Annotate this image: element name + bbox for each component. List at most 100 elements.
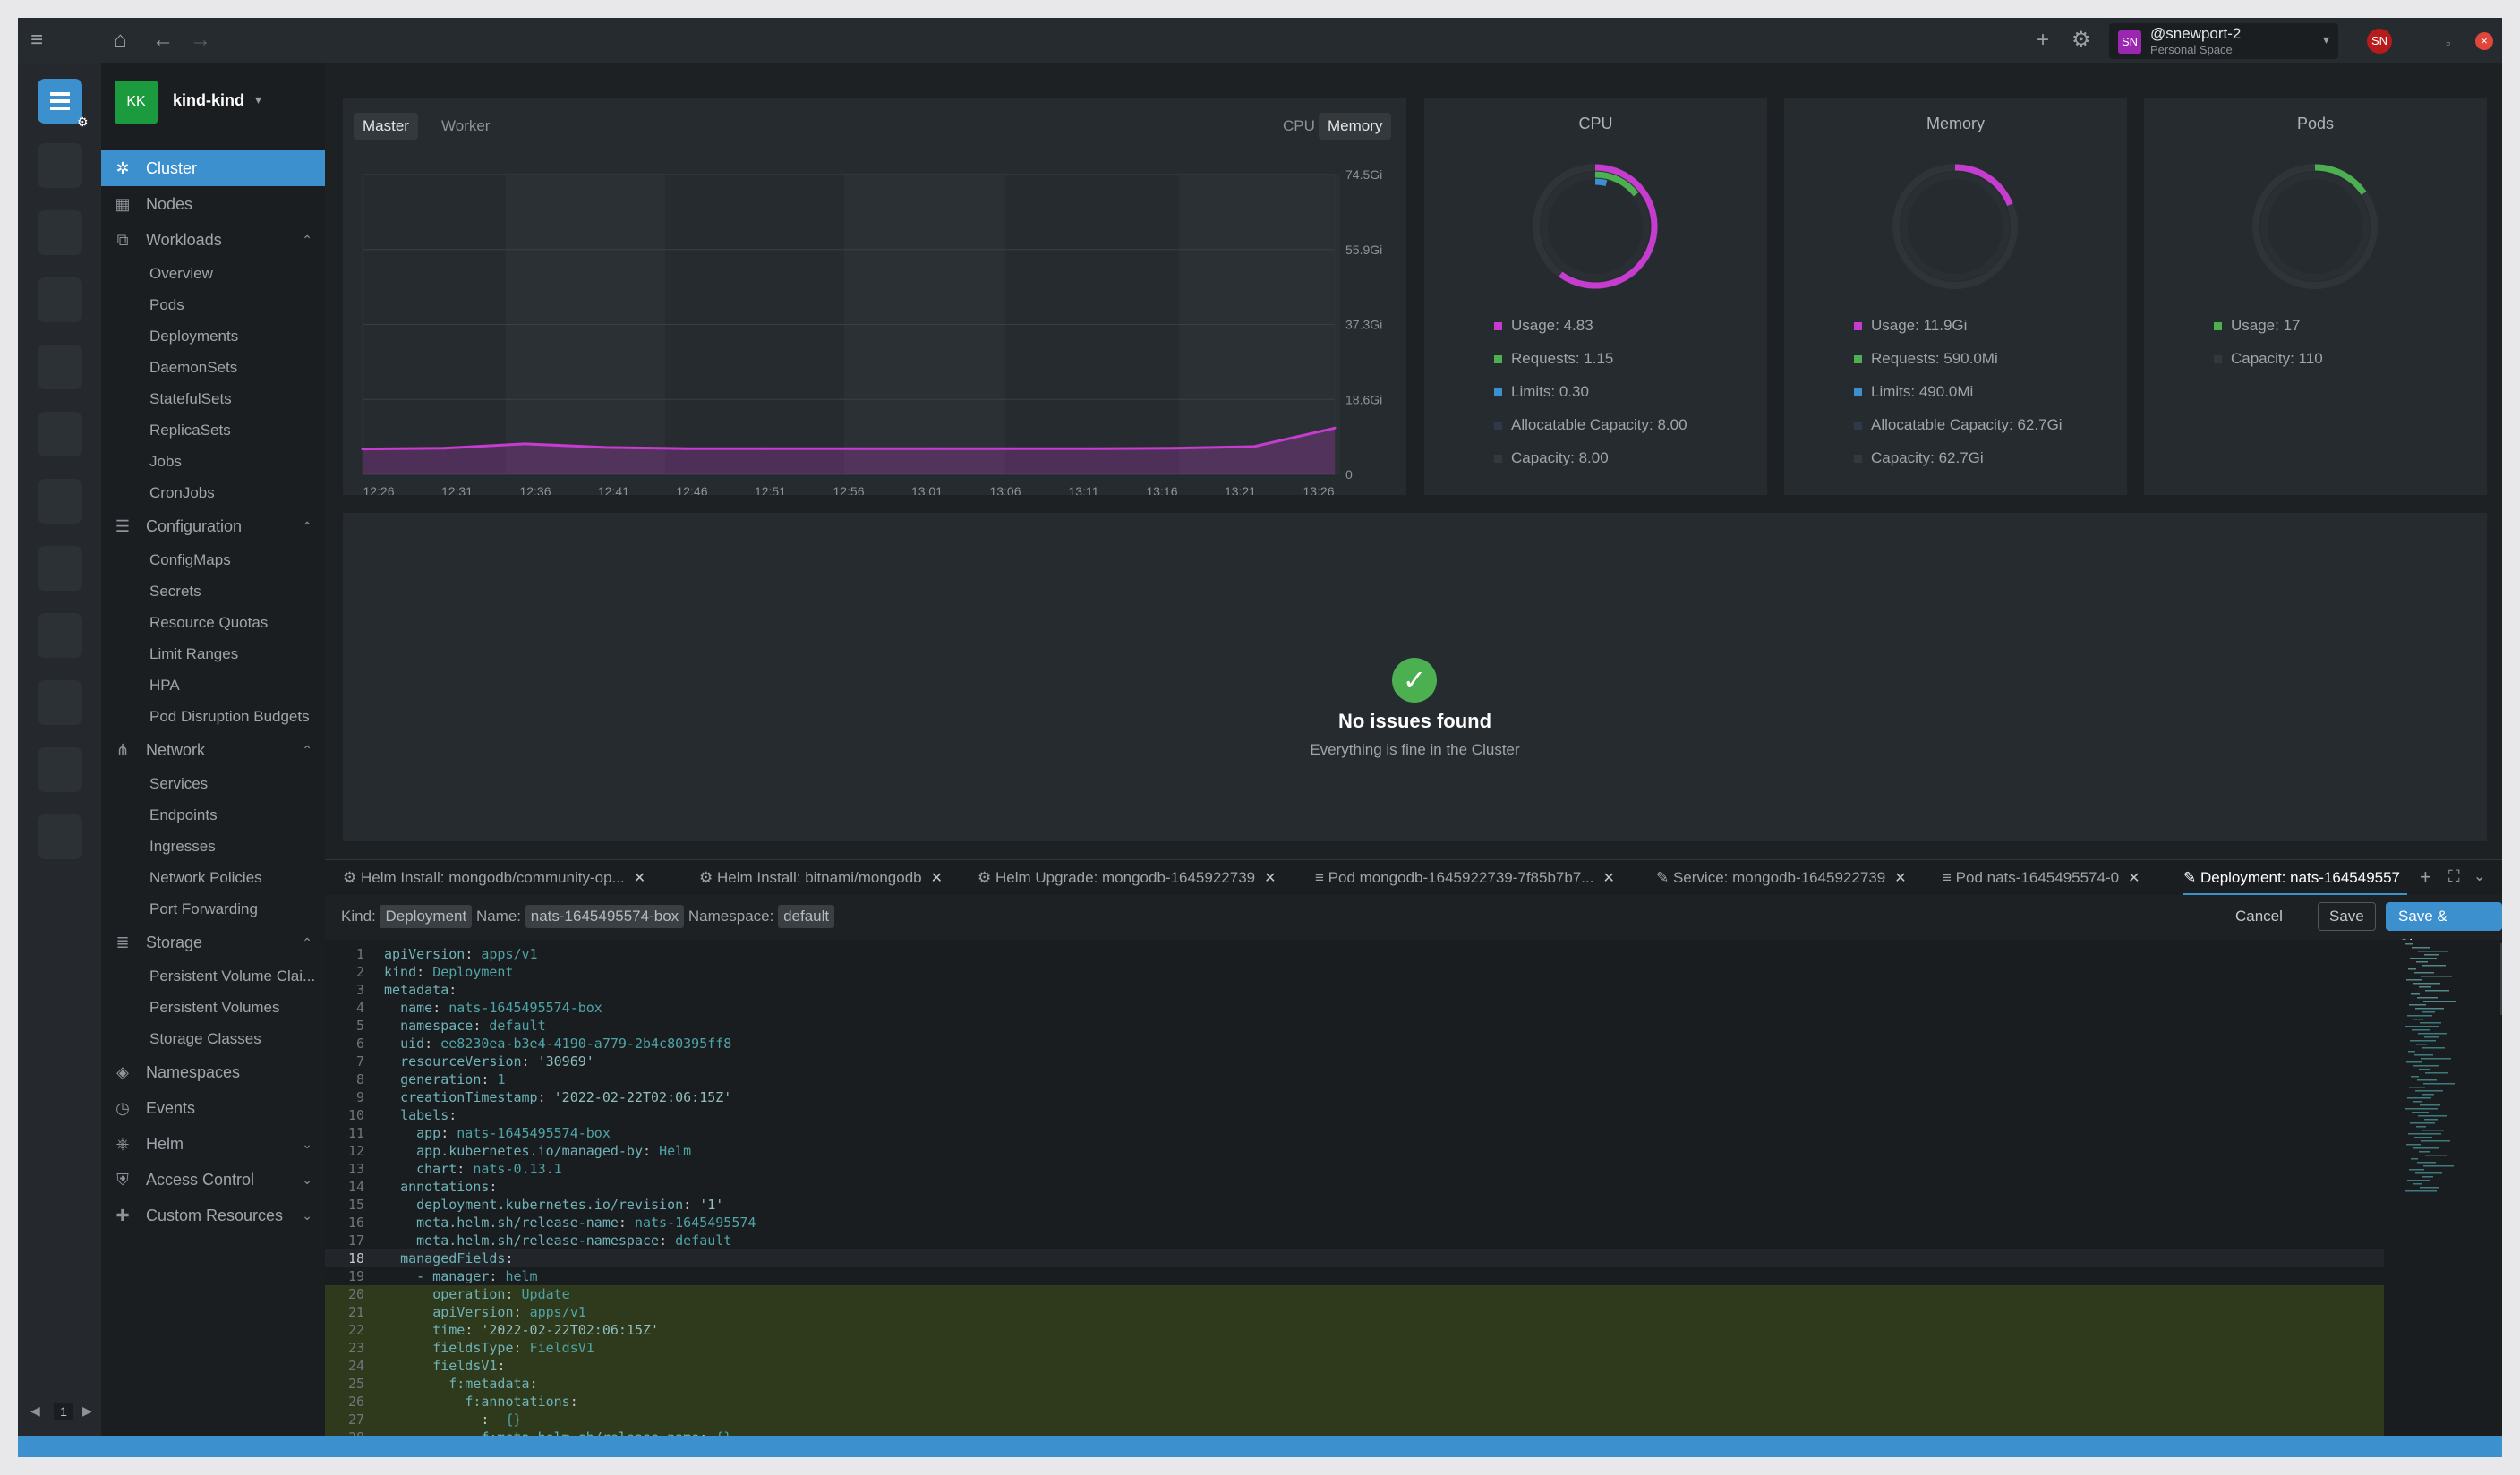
sidebar-item-configuration[interactable]: ☰ Configuration ⌃ [101, 508, 325, 544]
close-tab-icon[interactable]: ✕ [1602, 871, 1614, 886]
save-and-close-button[interactable]: Save & Close [2386, 902, 2502, 953]
close-window-icon[interactable]: × [2475, 32, 2493, 50]
memory-point [1171, 447, 1175, 450]
dock-tab[interactable]: ⚙ Helm Install: mongodb/community-op... ✕ [343, 860, 674, 896]
fullscreen-icon[interactable]: ⛶ [2448, 867, 2460, 886]
sidebar-subitem[interactable]: Persistent Volumes [101, 992, 325, 1023]
chevron-up-icon[interactable]: ⌃ [302, 222, 312, 258]
sidebar-subitem[interactable]: DaemonSets [101, 352, 325, 383]
chevron-up-icon[interactable]: ⌃ [302, 508, 312, 544]
account-avatar[interactable]: SN [2367, 29, 2392, 54]
sidebar-subitem[interactable]: Network Policies [101, 862, 325, 893]
chevron-up-icon[interactable]: ⌃ [302, 732, 312, 768]
sidebar-item-namespaces[interactable]: ◈ Namespaces [101, 1054, 325, 1090]
sidebar-subitem[interactable]: Ingresses [101, 831, 325, 862]
close-tab-icon[interactable]: ✕ [634, 871, 645, 886]
editor-toolbar: Kind: Deployment Name: nats-1645495574-b… [325, 895, 2502, 953]
line-number: 3 [355, 982, 364, 998]
dock-tab[interactable]: ≡ Pod mongodb-1645922739-7f85b7b7... ✕ [1315, 860, 1633, 896]
add-icon[interactable]: + [2037, 30, 2049, 51]
sidebar-item-cluster[interactable]: ✲ Cluster [101, 150, 325, 186]
sidebar-subitem[interactable]: Pods [101, 289, 325, 320]
menu-icon[interactable]: ≡ [30, 30, 43, 51]
sidebar-subitem[interactable]: Storage Classes [101, 1023, 325, 1054]
hotbar-prev-icon[interactable]: ◀ [30, 1403, 40, 1419]
sidebar-item-custom-resources[interactable]: ✚ Custom Resources ⌄ [101, 1198, 325, 1233]
sidebar-subitem[interactable]: Secrets [101, 576, 325, 607]
sidebar-item-workloads[interactable]: ⧉ Workloads ⌃ [101, 222, 325, 258]
cancel-button[interactable]: Cancel [2226, 903, 2292, 930]
hotbar-cluster-item[interactable]: ⚙ [38, 79, 89, 129]
hotbar-slot[interactable] [38, 546, 82, 591]
chevron-down-icon[interactable]: ⌄ [302, 1198, 312, 1233]
forward-arrow-icon[interactable]: → [190, 30, 211, 51]
chevron-down-icon[interactable]: ⌄ [302, 1126, 312, 1162]
user-menu[interactable]: SN @snewport-2 Personal Space ▾ [2109, 23, 2338, 59]
sidebar-item-nodes[interactable]: ▦ Nodes [101, 186, 325, 222]
close-tab-icon[interactable]: ✕ [931, 871, 943, 886]
workloads-icon: ⧉ [116, 231, 129, 249]
back-arrow-icon[interactable]: ← [152, 30, 174, 51]
sidebar-subitem[interactable]: StatefulSets [101, 383, 325, 414]
user-space: Personal Space [2150, 43, 2233, 56]
dock-tab[interactable]: ⚙ Helm Install: bitnami/mongodb ✕ [699, 860, 959, 896]
sidebar-item-storage[interactable]: ≣ Storage ⌃ [101, 925, 325, 960]
minimap-line [2414, 1137, 2432, 1138]
hotbar-slot[interactable] [38, 210, 82, 255]
dock-tab[interactable]: ✎ Deployment: nats-164549557 [2183, 860, 2407, 896]
sidebar: KK kind-kind ▾ ✲ Cluster ▦ Nodes ⧉ Workloads ⌃… [101, 63, 325, 1436]
chevron-up-icon[interactable]: ⌃ [302, 925, 312, 960]
hotbar-slot[interactable] [38, 814, 82, 859]
dock-tab[interactable]: ⚙ Helm Upgrade: mongodb-1645922739 ✕ [978, 860, 1291, 896]
sidebar-subitem[interactable]: Endpoints [101, 799, 325, 831]
sidebar-item-network[interactable]: ⋔ Network ⌃ [101, 732, 325, 768]
hotbar-slot[interactable] [38, 680, 82, 725]
maximize-icon[interactable]: ▫ [2446, 32, 2450, 54]
sidebar-subitem[interactable]: ReplicaSets [101, 414, 325, 446]
sidebar-subitem[interactable]: HPA [101, 669, 325, 701]
yaml-editor[interactable]: 1 apiVersion: apps/v1 2 kind: Deployment 3 me… [325, 940, 2502, 1446]
sidebar-item-helm[interactable]: ⎈ Helm ⌄ [101, 1126, 325, 1162]
hotbar-slot[interactable] [38, 143, 82, 188]
sidebar-subitem[interactable]: CronJobs [101, 477, 325, 508]
hotbar-slot[interactable] [38, 479, 82, 524]
hotbar-slot[interactable] [38, 345, 82, 389]
memory-legend: Usage: 11.9Gi Requests: 590.0Mi Limits: 49… [1854, 317, 2063, 482]
editor-scrollbar[interactable] [2500, 943, 2502, 1015]
sidebar-subitem[interactable]: Pod Disruption Budgets [101, 701, 325, 732]
hotbar-next-icon[interactable]: ▶ [82, 1403, 92, 1419]
close-tab-icon[interactable]: ✕ [1264, 871, 1276, 886]
settings-gear-icon[interactable]: ⚙ [2072, 30, 2091, 51]
collapse-dock-icon[interactable]: ⌄ [2473, 867, 2485, 885]
hotbar-slot[interactable] [38, 747, 82, 792]
sidebar-subitem[interactable]: Resource Quotas [101, 607, 325, 638]
minimap-line [2413, 1101, 2422, 1103]
sidebar-subitem[interactable]: Port Forwarding [101, 893, 325, 925]
minimap-line [2418, 951, 2448, 952]
sidebar-subitem[interactable]: ConfigMaps [101, 544, 325, 576]
hotbar-slot[interactable] [38, 277, 82, 322]
close-tab-icon[interactable]: ✕ [2128, 871, 2140, 886]
cluster-selector[interactable]: KK kind-kind ▾ [101, 63, 325, 134]
minimap-line [2423, 1165, 2454, 1167]
new-tab-icon[interactable]: + [2420, 865, 2431, 889]
minimap-line [2410, 958, 2437, 959]
sidebar-subitem[interactable]: Overview [101, 258, 325, 289]
name-value: nats-1645495574-box [525, 905, 685, 928]
name-label: Name: [475, 908, 522, 925]
sidebar-subitem[interactable]: Limit Ranges [101, 638, 325, 669]
close-tab-icon[interactable]: ✕ [1894, 871, 1906, 886]
sidebar-subitem[interactable]: Persistent Volume Clai... [101, 960, 325, 992]
dock-tab[interactable]: ≡ Pod nats-1645495574-0 ✕ [1943, 860, 2157, 896]
sidebar-subitem[interactable]: Services [101, 768, 325, 799]
dock-tab[interactable]: ✎ Service: mongodb-1645922739 ✕ [1656, 860, 1925, 896]
sidebar-item-access-control[interactable]: ⛨ Access Control ⌄ [101, 1162, 325, 1198]
hotbar-slot[interactable] [38, 613, 82, 658]
sidebar-item-events[interactable]: ◷ Events [101, 1090, 325, 1126]
home-icon[interactable]: ⌂ [114, 30, 127, 51]
sidebar-subitem[interactable]: Jobs [101, 446, 325, 477]
save-button[interactable]: Save [2318, 902, 2376, 931]
chevron-down-icon[interactable]: ⌄ [302, 1162, 312, 1198]
hotbar-slot[interactable] [38, 412, 82, 456]
sidebar-subitem[interactable]: Deployments [101, 320, 325, 352]
